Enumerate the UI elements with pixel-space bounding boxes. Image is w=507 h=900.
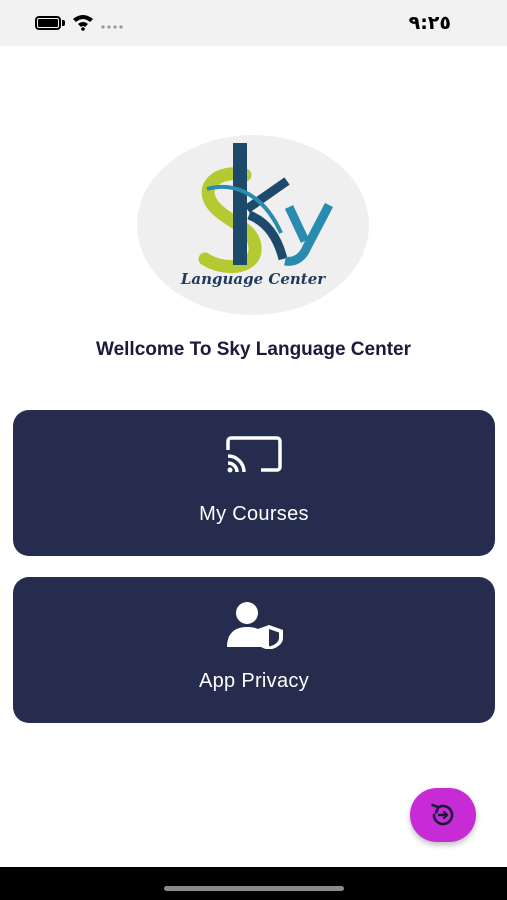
my-courses-button[interactable]: My Courses: [13, 410, 495, 556]
signal-dots-icon: [101, 25, 123, 29]
status-time: ٩:٢٥: [408, 12, 451, 34]
home-screen: ٩:٢٥ Language Center Wellcome To Sky Lan…: [0, 0, 507, 900]
bottom-bar: [0, 867, 507, 900]
refresh-arrow-icon: [431, 803, 454, 826]
welcome-title: Wellcome To Sky Language Center: [96, 339, 411, 360]
user-shield-icon: [227, 602, 283, 649]
wifi-icon: [73, 15, 93, 31]
app-privacy-button[interactable]: App Privacy: [13, 577, 495, 723]
status-bar: ٩:٢٥: [0, 0, 507, 46]
refresh-fab[interactable]: [410, 788, 476, 842]
logo-caption: Language Center: [180, 270, 326, 288]
sky-language-center-logo: Language Center: [137, 135, 369, 315]
home-indicator[interactable]: [164, 886, 344, 891]
app-privacy-label: App Privacy: [198, 670, 309, 692]
logo-graphic: [198, 143, 333, 274]
my-courses-label: My Courses: [199, 503, 309, 525]
battery-icon: [35, 16, 65, 30]
cast-icon: [226, 436, 282, 473]
